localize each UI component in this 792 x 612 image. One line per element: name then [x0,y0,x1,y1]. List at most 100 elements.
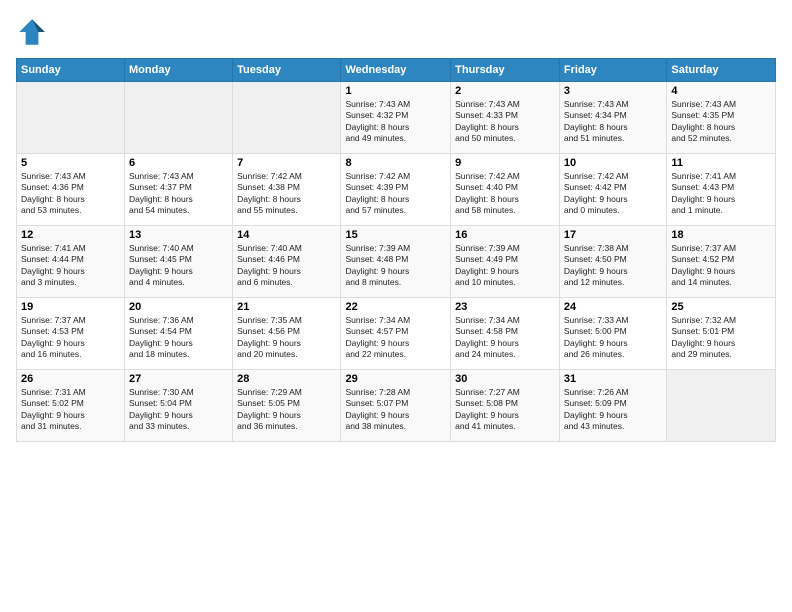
calendar-cell: 7 Sunrise: 7:42 AM Sunset: 4:38 PM Daylig… [233,154,341,226]
day-number: 1 [345,85,446,97]
calendar-cell: 24 Sunrise: 7:33 AM Sunset: 5:00 PM Dayli… [559,298,666,370]
day-number: 31 [564,373,662,385]
day-content: Sunrise: 7:39 AM Sunset: 4:49 PM Dayligh… [455,243,555,289]
header [16,16,776,48]
calendar-cell: 31 Sunrise: 7:26 AM Sunset: 5:09 PM Dayli… [559,370,666,442]
day-content: Sunrise: 7:27 AM Sunset: 5:08 PM Dayligh… [455,387,555,433]
calendar-cell: 15 Sunrise: 7:39 AM Sunset: 4:48 PM Dayli… [341,226,451,298]
day-content: Sunrise: 7:43 AM Sunset: 4:34 PM Dayligh… [564,99,662,145]
calendar-cell: 16 Sunrise: 7:39 AM Sunset: 4:49 PM Dayli… [451,226,560,298]
day-number: 24 [564,301,662,313]
calendar-cell: 14Sunrise: 7:40 AM Sunset: 4:46 PM Dayli… [233,226,341,298]
day-content: Sunrise: 7:41 AM Sunset: 4:43 PM Dayligh… [671,171,771,217]
day-content: Sunrise: 7:40 AM Sunset: 4:46 PM Dayligh… [237,243,336,289]
weekday-header: Saturday [667,59,776,82]
day-content: Sunrise: 7:30 AM Sunset: 5:04 PM Dayligh… [129,387,228,433]
day-content: Sunrise: 7:26 AM Sunset: 5:09 PM Dayligh… [564,387,662,433]
day-number: 20 [129,301,228,313]
day-number: 23 [455,301,555,313]
day-content: Sunrise: 7:41 AM Sunset: 4:44 PM Dayligh… [21,243,120,289]
day-number: 25 [671,301,771,313]
day-content: Sunrise: 7:43 AM Sunset: 4:32 PM Dayligh… [345,99,446,145]
day-content: Sunrise: 7:42 AM Sunset: 4:39 PM Dayligh… [345,171,446,217]
logo [16,16,52,48]
day-content: Sunrise: 7:42 AM Sunset: 4:42 PM Dayligh… [564,171,662,217]
day-number: 4 [671,85,771,97]
day-number: 13 [129,229,228,241]
day-number: 6 [129,157,228,169]
weekday-header: Tuesday [233,59,341,82]
calendar-week-row: 26Sunrise: 7:31 AM Sunset: 5:02 PM Dayli… [17,370,776,442]
day-number: 10 [564,157,662,169]
calendar-cell: 30 Sunrise: 7:27 AM Sunset: 5:08 PM Dayli… [451,370,560,442]
day-content: Sunrise: 7:43 AM Sunset: 4:37 PM Dayligh… [129,171,228,217]
day-number: 5 [21,157,120,169]
calendar-week-row: 5 Sunrise: 7:43 AM Sunset: 4:36 PM Daylig… [17,154,776,226]
calendar-cell: 10 Sunrise: 7:42 AM Sunset: 4:42 PM Dayli… [559,154,666,226]
calendar-cell: 4 Sunrise: 7:43 AM Sunset: 4:35 PM Daylig… [667,82,776,154]
day-content: Sunrise: 7:34 AM Sunset: 4:58 PM Dayligh… [455,315,555,361]
calendar-cell: 19 Sunrise: 7:37 AM Sunset: 4:53 PM Dayli… [17,298,125,370]
day-number: 30 [455,373,555,385]
calendar-cell: 5 Sunrise: 7:43 AM Sunset: 4:36 PM Daylig… [17,154,125,226]
day-number: 19 [21,301,120,313]
calendar-cell: 21Sunrise: 7:35 AM Sunset: 4:56 PM Dayli… [233,298,341,370]
weekday-header: Sunday [17,59,125,82]
day-number: 3 [564,85,662,97]
calendar-cell: 18Sunrise: 7:37 AM Sunset: 4:52 PM Dayli… [667,226,776,298]
day-number: 11 [671,157,771,169]
day-content: Sunrise: 7:37 AM Sunset: 4:53 PM Dayligh… [21,315,120,361]
calendar-cell: 23 Sunrise: 7:34 AM Sunset: 4:58 PM Dayli… [451,298,560,370]
calendar-cell: 22Sunrise: 7:34 AM Sunset: 4:57 PM Dayli… [341,298,451,370]
day-number: 15 [345,229,446,241]
day-number: 18 [671,229,771,241]
calendar-cell: 13 Sunrise: 7:40 AM Sunset: 4:45 PM Dayli… [125,226,233,298]
day-content: Sunrise: 7:28 AM Sunset: 5:07 PM Dayligh… [345,387,446,433]
calendar-cell: 6 Sunrise: 7:43 AM Sunset: 4:37 PM Daylig… [125,154,233,226]
calendar-cell [125,82,233,154]
day-content: Sunrise: 7:33 AM Sunset: 5:00 PM Dayligh… [564,315,662,361]
calendar-cell: 3 Sunrise: 7:43 AM Sunset: 4:34 PM Daylig… [559,82,666,154]
calendar-cell: 26Sunrise: 7:31 AM Sunset: 5:02 PM Dayli… [17,370,125,442]
weekday-header: Wednesday [341,59,451,82]
calendar-table: SundayMondayTuesdayWednesdayThursdayFrid… [16,58,776,442]
day-content: Sunrise: 7:35 AM Sunset: 4:56 PM Dayligh… [237,315,336,361]
calendar-cell: 8 Sunrise: 7:42 AM Sunset: 4:39 PM Daylig… [341,154,451,226]
day-number: 28 [237,373,336,385]
weekday-header: Thursday [451,59,560,82]
page: SundayMondayTuesdayWednesdayThursdayFrid… [0,0,792,612]
day-number: 22 [345,301,446,313]
day-content: Sunrise: 7:43 AM Sunset: 4:33 PM Dayligh… [455,99,555,145]
weekday-header-row: SundayMondayTuesdayWednesdayThursdayFrid… [17,59,776,82]
day-content: Sunrise: 7:42 AM Sunset: 4:38 PM Dayligh… [237,171,336,217]
day-number: 9 [455,157,555,169]
day-content: Sunrise: 7:39 AM Sunset: 4:48 PM Dayligh… [345,243,446,289]
day-number: 17 [564,229,662,241]
day-number: 7 [237,157,336,169]
calendar-week-row: 1 Sunrise: 7:43 AM Sunset: 4:32 PM Daylig… [17,82,776,154]
calendar-cell: 9 Sunrise: 7:42 AM Sunset: 4:40 PM Daylig… [451,154,560,226]
calendar-week-row: 12 Sunrise: 7:41 AM Sunset: 4:44 PM Dayli… [17,226,776,298]
day-number: 2 [455,85,555,97]
calendar-cell: 1 Sunrise: 7:43 AM Sunset: 4:32 PM Daylig… [341,82,451,154]
calendar-cell: 28 Sunrise: 7:29 AM Sunset: 5:05 PM Dayli… [233,370,341,442]
day-number: 29 [345,373,446,385]
day-content: Sunrise: 7:29 AM Sunset: 5:05 PM Dayligh… [237,387,336,433]
day-number: 26 [21,373,120,385]
calendar-cell: 29 Sunrise: 7:28 AM Sunset: 5:07 PM Dayli… [341,370,451,442]
day-content: Sunrise: 7:43 AM Sunset: 4:35 PM Dayligh… [671,99,771,145]
day-number: 8 [345,157,446,169]
weekday-header: Monday [125,59,233,82]
calendar-cell [17,82,125,154]
day-number: 16 [455,229,555,241]
day-number: 12 [21,229,120,241]
day-content: Sunrise: 7:32 AM Sunset: 5:01 PM Dayligh… [671,315,771,361]
calendar-cell: 25 Sunrise: 7:32 AM Sunset: 5:01 PM Dayli… [667,298,776,370]
day-content: Sunrise: 7:43 AM Sunset: 4:36 PM Dayligh… [21,171,120,217]
calendar-cell: 17Sunrise: 7:38 AM Sunset: 4:50 PM Dayli… [559,226,666,298]
calendar-cell: 20Sunrise: 7:36 AM Sunset: 4:54 PM Dayli… [125,298,233,370]
day-content: Sunrise: 7:40 AM Sunset: 4:45 PM Dayligh… [129,243,228,289]
day-content: Sunrise: 7:42 AM Sunset: 4:40 PM Dayligh… [455,171,555,217]
calendar-cell: 11 Sunrise: 7:41 AM Sunset: 4:43 PM Dayli… [667,154,776,226]
calendar-cell: 12 Sunrise: 7:41 AM Sunset: 4:44 PM Dayli… [17,226,125,298]
